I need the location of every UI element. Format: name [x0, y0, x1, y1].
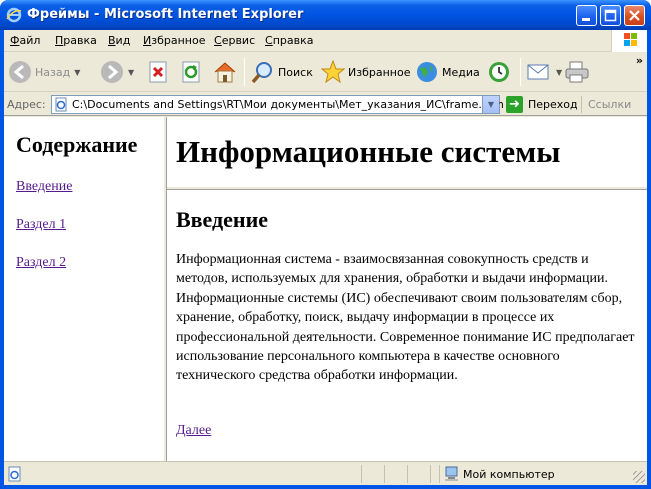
refresh-button[interactable] — [181, 57, 203, 87]
menu-bar: Файл Правка Вид Избранное Сервис Справка — [4, 30, 647, 52]
status-pane — [439, 465, 440, 483]
status-pane — [430, 465, 431, 483]
header-frame: Информационные системы — [167, 117, 647, 186]
history-clock-icon — [489, 62, 509, 82]
go-label: Переход — [528, 98, 578, 111]
menu-view[interactable]: Вид — [108, 34, 130, 47]
go-button[interactable]: ➜ Переход — [506, 95, 578, 114]
media-button[interactable]: Медиа — [415, 57, 480, 87]
favorites-star-icon — [321, 60, 345, 84]
windows-logo — [611, 30, 647, 52]
my-computer-icon — [445, 466, 458, 481]
refresh-icon — [182, 61, 200, 83]
address-value: C:\Documents and Settings\RT\Мои докумен… — [72, 98, 504, 111]
toolbar-separator — [244, 58, 245, 86]
mail-button[interactable]: ▼ — [526, 57, 562, 87]
toolbar-overflow-chevron[interactable]: » — [636, 54, 643, 67]
forward-arrow-icon — [101, 61, 123, 83]
browser-window: Фреймы - Microsoft Internet Explorer Фай… — [0, 0, 651, 489]
address-dropdown-icon[interactable]: ▼ — [482, 96, 499, 113]
ie-logo-icon — [6, 7, 22, 23]
next-link[interactable]: Далее — [176, 423, 211, 439]
address-bar: Адрес: C:\Documents and Settings\RT\Мои … — [4, 93, 647, 116]
mail-dropdown-icon[interactable]: ▼ — [556, 68, 562, 77]
nav-link-section-2[interactable]: Раздел 2 — [16, 255, 66, 271]
mail-envelope-icon — [527, 64, 549, 80]
resize-grip[interactable] — [633, 471, 645, 483]
links-toolbar[interactable]: Ссылки — [588, 98, 631, 111]
search-button[interactable]: Поиск — [251, 57, 313, 87]
page-icon — [55, 97, 67, 112]
search-icon — [251, 62, 272, 84]
menu-file[interactable]: Файл — [10, 34, 40, 47]
address-input[interactable]: C:\Documents and Settings\RT\Мои докумен… — [51, 95, 504, 114]
search-label: Поиск — [278, 65, 313, 79]
menu-help[interactable]: Справка — [265, 34, 313, 47]
window-title: Фреймы - Microsoft Internet Explorer — [27, 7, 304, 22]
print-button[interactable] — [564, 57, 590, 87]
close-icon — [629, 10, 640, 21]
media-globe-icon — [417, 62, 437, 82]
history-button[interactable] — [487, 57, 511, 87]
menu-edit[interactable]: Правка — [55, 34, 97, 47]
close-button[interactable] — [624, 5, 645, 26]
section-heading: Введение — [176, 207, 269, 232]
menu-tools[interactable]: Сервис — [214, 34, 255, 47]
status-pane — [384, 465, 385, 483]
intro-paragraph: Информационная система - взаимосвязанная… — [176, 252, 635, 384]
back-dropdown-icon[interactable]: ▼ — [74, 68, 80, 77]
security-zone-label: Мой компьютер — [463, 468, 555, 481]
nav-link-section-1[interactable]: Раздел 1 — [16, 217, 66, 233]
links-separator — [581, 96, 582, 113]
title-bar[interactable]: Фреймы - Microsoft Internet Explorer — [0, 0, 651, 30]
home-button[interactable] — [213, 57, 237, 87]
maximize-icon — [604, 9, 617, 22]
favorites-label: Избранное — [348, 65, 411, 79]
go-arrow-icon: ➜ — [506, 96, 523, 113]
contents-frame: Содержание Введение Раздел 1 Раздел 2 — [4, 117, 163, 461]
status-pane — [407, 465, 408, 483]
nav-link-intro[interactable]: Введение — [16, 179, 72, 195]
stop-icon — [149, 61, 167, 83]
home-icon — [214, 62, 236, 83]
printer-icon — [565, 61, 589, 83]
minimize-icon — [582, 18, 590, 21]
site-heading: Информационные системы — [176, 134, 561, 169]
status-pane — [361, 465, 362, 483]
stop-button[interactable] — [148, 57, 170, 87]
status-bar: Мой компьютер — [4, 461, 647, 485]
browser-client: Файл Правка Вид Избранное Сервис Справка — [4, 30, 647, 485]
back-label: Назад — [35, 65, 71, 79]
standard-toolbar: Назад ▼ ▼ Поиск Избранное Медиа ▼ » — [4, 52, 647, 92]
back-arrow-icon — [9, 61, 31, 83]
minimize-button[interactable] — [576, 5, 597, 26]
favorites-button[interactable]: Избранное — [321, 57, 410, 87]
maximize-button[interactable] — [600, 5, 621, 26]
page-status-icon — [8, 466, 21, 482]
back-button[interactable]: Назад ▼ — [8, 57, 80, 87]
page-content: Содержание Введение Раздел 1 Раздел 2 Ин… — [4, 117, 647, 461]
contents-heading: Содержание — [16, 132, 138, 157]
media-label: Медиа — [442, 65, 480, 79]
forward-button[interactable]: ▼ — [100, 57, 134, 87]
windows-flag-icon — [624, 33, 637, 46]
menu-favorites[interactable]: Избранное — [143, 34, 205, 47]
address-label: Адрес: — [7, 98, 46, 111]
toolbar-separator — [520, 58, 521, 86]
forward-dropdown-icon[interactable]: ▼ — [128, 68, 134, 77]
main-frame: Введение Информационная система - взаимо… — [167, 190, 647, 461]
